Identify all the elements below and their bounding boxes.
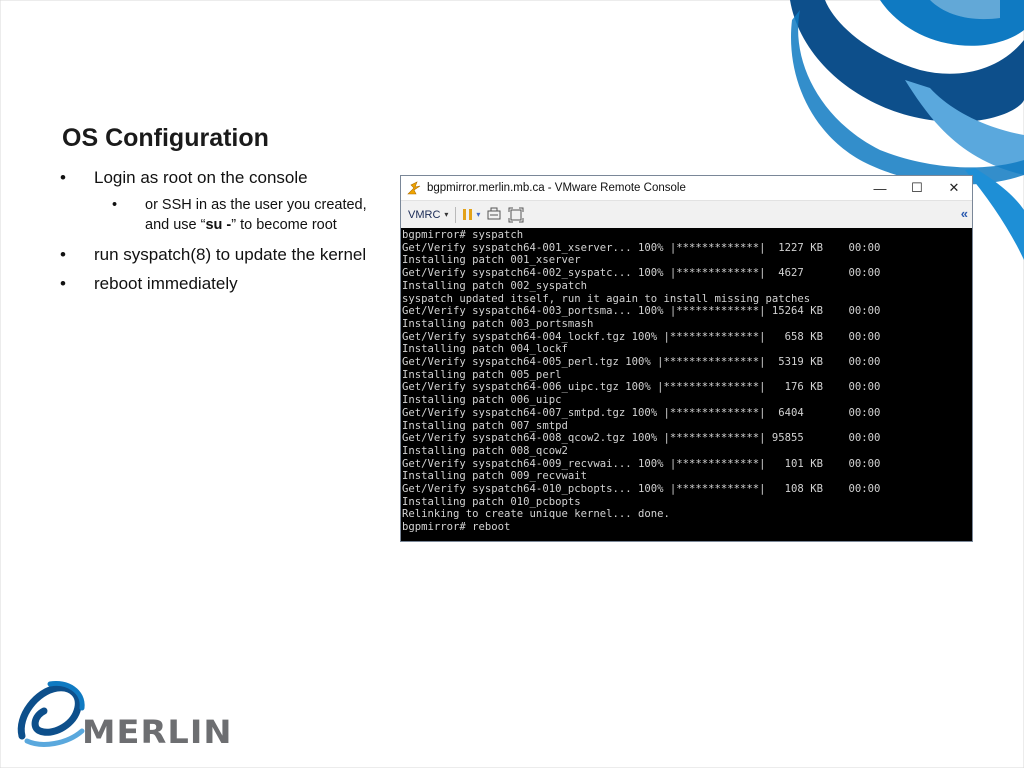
terminal-line: syspatch updated itself, run it again to…: [402, 292, 811, 305]
terminal-line: Installing patch 002_syspatch: [402, 279, 587, 292]
bullet-item: • run syspatch(8) to update the kernel: [60, 243, 390, 267]
bullet-text: run syspatch(8) to update the kernel: [94, 245, 367, 264]
collapse-toolbar-button[interactable]: «: [961, 206, 968, 221]
chevron-down-icon: ▾: [476, 210, 481, 219]
pause-button[interactable]: ▾: [463, 205, 480, 225]
toolbar-divider: [455, 206, 457, 223]
terminal-line: Relinking to create unique kernel... don…: [402, 508, 670, 521]
terminal-line: Get/Verify syspatch64-005_perl.tgz 100% …: [402, 356, 881, 369]
terminal-line: Installing patch 003_portsmash: [402, 317, 594, 330]
terminal-line: Get/Verify syspatch64-010_pcbopts... 100…: [402, 483, 881, 496]
bullet-text: reboot immediately: [94, 274, 238, 293]
terminal-line: Get/Verify syspatch64-001_xserver... 100…: [402, 241, 881, 254]
bullet-dot: •: [112, 197, 118, 213]
bullet-dot: •: [60, 274, 66, 293]
send-ctrl-alt-del-icon: [487, 207, 501, 219]
terminal-line: Installing patch 008_qcow2: [402, 444, 568, 457]
terminal-line: Get/Verify syspatch64-008_qcow2.tgz 100%…: [402, 432, 881, 445]
slide-title: OS Configuration: [62, 124, 269, 152]
terminal-line: bgpmirror# reboot: [402, 521, 511, 534]
terminal-line: Installing patch 004_lockf: [402, 343, 568, 356]
maximize-button[interactable]: ☐: [899, 176, 935, 200]
sub-bullet-item: • or SSH in as the user you created, and…: [60, 195, 390, 235]
bullet-dot: •: [60, 245, 66, 264]
close-button[interactable]: ✕: [936, 176, 972, 200]
terminal-line: Installing patch 001_xserver: [402, 254, 581, 267]
terminal-line: Get/Verify syspatch64-009_recvwai... 100…: [402, 457, 881, 470]
terminal-line: Installing patch 007_smtpd: [402, 419, 568, 432]
vmrc-toolbar: VMRC ▾ ▾ «: [401, 201, 972, 229]
window-titlebar[interactable]: bgpmirror.merlin.mb.ca - VMware Remote C…: [401, 176, 972, 201]
fullscreen-button[interactable]: [508, 205, 524, 225]
terminal-line: Installing patch 010_pcbopts: [402, 495, 581, 508]
terminal-line: Installing patch 009_recvwait: [402, 470, 587, 483]
terminal-line: bgpmirror# syspatch: [402, 229, 524, 241]
send-ctrl-alt-del-button[interactable]: [486, 205, 502, 225]
bullet-text-bold: su -: [205, 217, 232, 233]
fullscreen-icon: [508, 207, 524, 222]
bullet-text: Login as root on the console: [94, 168, 308, 187]
terminal-line: Installing patch 006_uipc: [402, 394, 562, 407]
terminal-line: Get/Verify syspatch64-003_portsma... 100…: [402, 305, 881, 318]
bullet-dot: •: [60, 168, 66, 187]
vmrc-app-icon: [406, 180, 422, 196]
merlin-logo-text: MERLIN: [82, 713, 233, 751]
terminal-line: Get/Verify syspatch64-004_lockf.tgz 100%…: [402, 330, 881, 343]
bullet-text-post: ” to become root: [231, 217, 337, 233]
bullet-item: • reboot immediately: [60, 272, 390, 296]
terminal-line: Get/Verify syspatch64-006_uipc.tgz 100% …: [402, 381, 881, 394]
vmrc-menu-label: VMRC: [408, 208, 441, 221]
chevron-down-icon: ▾: [444, 210, 449, 219]
bullet-item: • Login as root on the console: [60, 166, 390, 190]
vmrc-window: bgpmirror.merlin.mb.ca - VMware Remote C…: [400, 175, 973, 542]
console-terminal[interactable]: bgpmirror# syspatch Get/Verify syspatch64…: [401, 228, 972, 541]
terminal-line: Get/Verify syspatch64-007_smtpd.tgz 100%…: [402, 406, 881, 419]
pause-icon: [463, 209, 467, 220]
window-title: bgpmirror.merlin.mb.ca - VMware Remote C…: [427, 182, 686, 194]
minimize-button[interactable]: —: [862, 176, 898, 200]
bullet-list: • Login as root on the console • or SSH …: [60, 166, 390, 301]
terminal-line: Get/Verify syspatch64-002_syspatc... 100…: [402, 267, 881, 280]
terminal-line: Installing patch 005_perl: [402, 368, 562, 381]
pause-icon-bar: [469, 209, 473, 220]
vmrc-menu-button[interactable]: VMRC ▾: [408, 209, 448, 221]
